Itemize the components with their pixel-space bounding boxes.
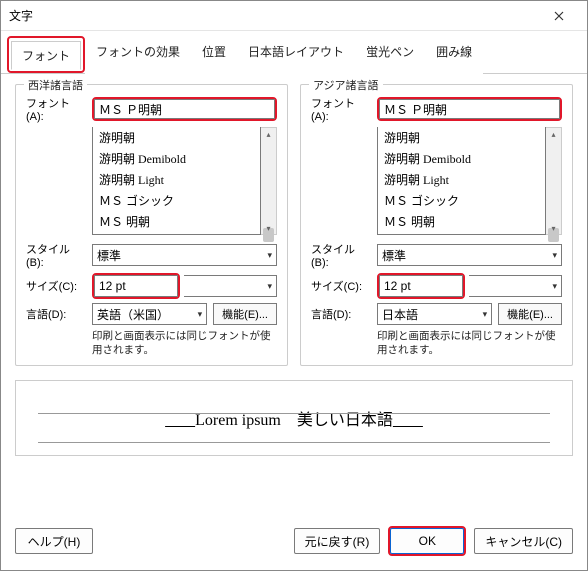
asian-font-list-row: 游明朝 游明朝 Demibold 游明朝 Light ＭＳ ゴシック ＭＳ 明朝… <box>311 127 562 235</box>
asian-size-select-caret[interactable]: ▾ <box>469 275 562 297</box>
asian-size-select[interactable]: 12 pt <box>379 275 463 297</box>
tab-borders[interactable]: 囲み線 <box>425 37 483 74</box>
list-item[interactable]: ＭＳ ゴシック <box>378 190 545 211</box>
western-legend: 西洋諸言語 <box>24 77 87 93</box>
tab-highlighting[interactable]: 蛍光ペン <box>355 37 425 74</box>
list-item[interactable]: 游明朝 Demibold <box>378 148 545 169</box>
chevron-down-icon: ▾ <box>198 309 203 320</box>
asian-features-button[interactable]: 機能(E)... <box>498 303 562 325</box>
cancel-button[interactable]: キャンセル(C) <box>474 528 573 554</box>
asian-group: アジア諸言語 フォント(A): 游明朝 游明朝 Demibold <box>300 84 573 366</box>
asian-style-row: スタイル(B): 標準 ▾ <box>311 241 562 269</box>
western-size-value: 12 pt <box>99 279 126 293</box>
western-size-select-caret[interactable]: ▾ <box>184 275 277 297</box>
western-style-value: 標準 <box>97 247 121 264</box>
western-font-label: フォント(A): <box>26 95 86 123</box>
western-style-label: スタイル(B): <box>26 241 86 269</box>
scroll-up-icon[interactable]: ▴ <box>261 128 276 140</box>
language-columns: 西洋諸言語 フォント(A): 游明朝 游明朝 Demibold <box>15 84 573 366</box>
titlebar: 文字 <box>1 1 587 31</box>
tab-strip: フォント フォントの効果 位置 日本語レイアウト 蛍光ペン 囲み線 <box>1 31 587 74</box>
tab-position[interactable]: 位置 <box>191 37 237 74</box>
western-size-select[interactable]: 12 pt <box>94 275 178 297</box>
scroll-up-icon[interactable]: ▴ <box>546 128 561 140</box>
asian-style-select[interactable]: 標準 ▾ <box>377 244 562 266</box>
chevron-down-icon: ▾ <box>267 250 272 261</box>
chevron-down-icon: ▾ <box>267 281 272 292</box>
western-features-button[interactable]: 機能(E)... <box>213 303 277 325</box>
western-lang-value: 英語（米国） <box>97 306 169 323</box>
list-item[interactable]: 游明朝 <box>378 127 545 148</box>
list-item[interactable]: ＭＳ 明朝 <box>93 211 260 232</box>
scroll-down-icon[interactable]: ▾ <box>546 222 561 234</box>
asian-font-input[interactable] <box>379 99 560 119</box>
asian-note: 印刷と画面表示には同じフォントが使用されます。 <box>377 329 562 357</box>
asian-style-value: 標準 <box>382 247 406 264</box>
western-size-row: サイズ(C): 12 pt ▾ <box>26 273 277 299</box>
reset-button[interactable]: 元に戻す(R) <box>294 528 381 554</box>
tab-font[interactable]: フォント <box>11 41 81 70</box>
asian-legend: アジア諸言語 <box>309 77 383 93</box>
list-item[interactable]: 游明朝 Demibold <box>93 148 260 169</box>
list-item[interactable]: 游明朝 Light <box>378 169 545 190</box>
highlight-tab-font: フォント <box>7 36 85 73</box>
western-note: 印刷と画面表示には同じフォントが使用されます。 <box>92 329 277 357</box>
preview-pane: Lorem ipsum 美しい日本語 <box>15 380 573 456</box>
western-font-listbox[interactable]: 游明朝 游明朝 Demibold 游明朝 Light ＭＳ ゴシック ＭＳ 明朝… <box>92 127 261 235</box>
asian-lang-label: 言語(D): <box>311 306 371 322</box>
list-item[interactable]: ＭＳ Ｐゴシック <box>378 232 545 235</box>
chevron-down-icon: ▾ <box>552 250 557 261</box>
asian-size-row: サイズ(C): 12 pt ▾ <box>311 273 562 299</box>
chevron-down-icon: ▾ <box>483 309 488 320</box>
list-item[interactable]: ＭＳ 明朝 <box>378 211 545 232</box>
western-font-list-row: 游明朝 游明朝 Demibold 游明朝 Light ＭＳ ゴシック ＭＳ 明朝… <box>26 127 277 235</box>
asian-font-label: フォント(A): <box>311 95 371 123</box>
help-button[interactable]: ヘルプ(H) <box>15 528 93 554</box>
asian-lang-row: 言語(D): 日本語 ▾ 機能(E)... <box>311 303 562 325</box>
asian-size-value: 12 pt <box>384 279 411 293</box>
list-item[interactable]: 游明朝 Light <box>93 169 260 190</box>
western-lang-select[interactable]: 英語（米国） ▾ <box>92 303 207 325</box>
western-font-row: フォント(A): <box>26 95 277 123</box>
asian-font-row: フォント(A): <box>311 95 562 123</box>
list-item[interactable]: 游明朝 <box>93 127 260 148</box>
chevron-down-icon: ▾ <box>552 281 557 292</box>
close-icon <box>554 11 564 21</box>
asian-lang-value: 日本語 <box>382 306 418 323</box>
western-font-input[interactable] <box>94 99 275 119</box>
western-size-label: サイズ(C): <box>26 278 86 294</box>
list-item[interactable]: ＭＳ Ｐゴシック <box>93 232 260 235</box>
asian-font-scrollbar[interactable]: ▴ ▾ <box>546 127 562 235</box>
character-dialog: 文字 フォント フォントの効果 位置 日本語レイアウト 蛍光ペン 囲み線 西洋諸… <box>0 0 588 571</box>
western-lang-row: 言語(D): 英語（米国） ▾ 機能(E)... <box>26 303 277 325</box>
western-style-row: スタイル(B): 標準 ▾ <box>26 241 277 269</box>
window-title: 文字 <box>9 7 539 24</box>
scroll-down-icon[interactable]: ▾ <box>261 222 276 234</box>
western-style-select[interactable]: 標準 ▾ <box>92 244 277 266</box>
list-item[interactable]: ＭＳ ゴシック <box>93 190 260 211</box>
close-button[interactable] <box>539 1 579 31</box>
tab-asian-layout[interactable]: 日本語レイアウト <box>237 37 355 74</box>
asian-style-label: スタイル(B): <box>311 241 371 269</box>
western-group: 西洋諸言語 フォント(A): 游明朝 游明朝 Demibold <box>15 84 288 366</box>
asian-font-listbox[interactable]: 游明朝 游明朝 Demibold 游明朝 Light ＭＳ ゴシック ＭＳ 明朝… <box>377 127 546 235</box>
ok-button[interactable]: OK <box>390 528 464 554</box>
asian-lang-select[interactable]: 日本語 ▾ <box>377 303 492 325</box>
tab-font-effects[interactable]: フォントの効果 <box>85 37 191 74</box>
asian-size-label: サイズ(C): <box>311 278 371 294</box>
preview-sample: Lorem ipsum 美しい日本語 <box>165 406 423 430</box>
dialog-body: 西洋諸言語 フォント(A): 游明朝 游明朝 Demibold <box>1 74 587 516</box>
western-lang-label: 言語(D): <box>26 306 86 322</box>
western-font-scrollbar[interactable]: ▴ ▾ <box>261 127 277 235</box>
dialog-footer: ヘルプ(H) 元に戻す(R) OK キャンセル(C) <box>1 516 587 570</box>
